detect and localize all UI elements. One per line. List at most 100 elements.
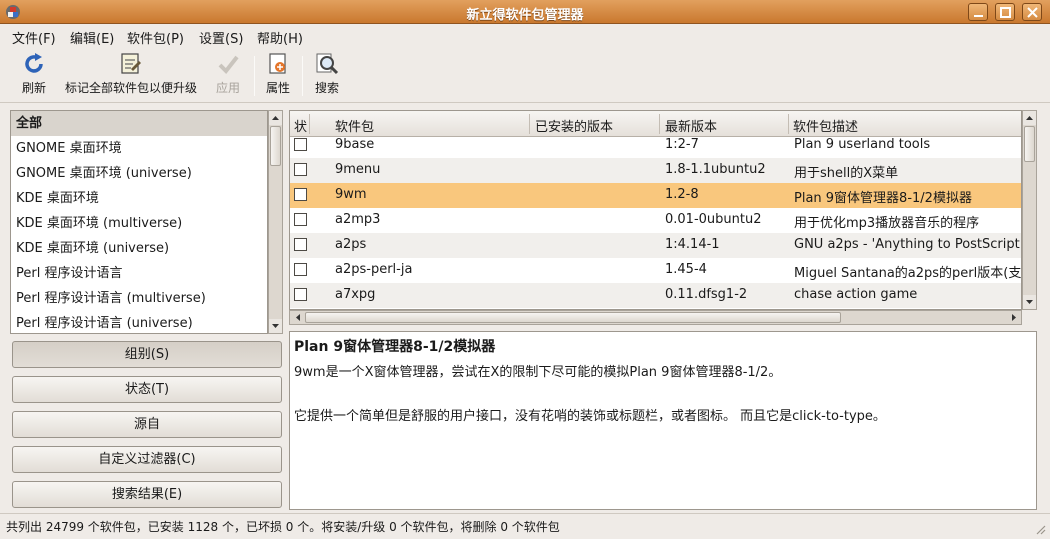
menu-bar: 文件(F) 编辑(E) 软件包(P) 设置(S) 帮助(H) <box>0 25 1050 47</box>
menu-settings[interactable]: 设置(S) <box>199 28 243 47</box>
row-checkbox[interactable] <box>294 288 307 301</box>
origin-button[interactable]: 源自 <box>12 411 282 438</box>
row-checkbox[interactable] <box>294 163 307 176</box>
properties-button[interactable]: 属性 <box>260 52 296 96</box>
properties-label: 属性 <box>265 81 290 95</box>
reload-button[interactable]: 刷新 <box>14 52 54 96</box>
package-name: a2ps <box>335 237 367 252</box>
hscroll-thumb[interactable] <box>305 312 841 323</box>
column-divider[interactable] <box>788 114 789 134</box>
filter-item[interactable]: KDE 桌面环境 (multiverse) <box>11 211 267 236</box>
checkmark-icon <box>218 55 239 75</box>
package-description: Plan 9 userland tools <box>794 137 931 152</box>
package-details-pane: Plan 9窗体管理器8-1/2模拟器 9wm是一个X窗体管理器，尝试在X的限制… <box>289 331 1037 510</box>
menu-file[interactable]: 文件(F) <box>12 28 56 47</box>
scroll-thumb[interactable] <box>270 126 281 166</box>
table-row[interactable]: a2ps 1:4.14-1 GNU a2ps - 'Anything to Po… <box>290 233 1021 258</box>
custom-filters-button[interactable]: 自定义过滤器(C) <box>12 446 282 473</box>
latest-version: 1.45-4 <box>665 262 707 277</box>
column-divider[interactable] <box>659 114 660 134</box>
search-button[interactable]: 搜索 <box>308 52 346 96</box>
latest-version: 1.2-8 <box>665 187 699 202</box>
scroll-up-arrow[interactable] <box>269 111 282 125</box>
properties-icon <box>269 53 286 74</box>
filter-item[interactable]: KDE 桌面环境 (universe) <box>11 236 267 261</box>
column-divider[interactable] <box>309 114 310 134</box>
row-checkbox[interactable] <box>294 138 307 151</box>
scroll-down-arrow[interactable] <box>1023 295 1036 309</box>
row-checkbox[interactable] <box>294 188 307 201</box>
table-row[interactable]: 9menu 1.8-1.1ubuntu2 用于shell的X菜单 <box>290 158 1021 183</box>
reload-icon <box>25 53 43 73</box>
package-name: 9menu <box>335 162 381 177</box>
package-description: 用于优化mp3播放器音乐的程序 <box>794 216 980 231</box>
title-bar: 新立得软件包管理器 <box>0 0 1050 24</box>
row-checkbox[interactable] <box>294 238 307 251</box>
toolbar-separator <box>302 56 303 96</box>
details-title: Plan 9窗体管理器8-1/2模拟器 <box>294 339 496 355</box>
mark-all-upgrades-button[interactable]: 标记全部软件包以便升级 <box>58 52 204 96</box>
chevron-up-icon <box>1026 116 1033 120</box>
filter-item[interactable]: 全部 <box>11 111 267 136</box>
apply-button[interactable]: 应用 <box>208 52 248 96</box>
table-row[interactable]: a7xpg 0.11.dfsg1-2 chase action game <box>290 283 1021 308</box>
package-description: chase action game <box>794 287 918 302</box>
status-bar: 共列出 24799 个软件包，已安装 1128 个，已坏损 0 个。将安装/升级… <box>0 513 1050 539</box>
status-text: 共列出 24799 个软件包，已安装 1128 个，已坏损 0 个。将安装/升级… <box>6 520 560 534</box>
package-description: 用于shell的X菜单 <box>794 166 899 181</box>
sections-button[interactable]: 组别(S) <box>12 341 282 368</box>
window-title: 新立得软件包管理器 <box>466 8 584 23</box>
table-row[interactable]: a2ps-perl-ja 1.45-4 Miguel Santana的a2ps的… <box>290 258 1021 283</box>
table-row[interactable]: a2mp3 0.01-0ubuntu2 用于优化mp3播放器音乐的程序 <box>290 208 1021 233</box>
resize-grip-icon[interactable] <box>1034 523 1046 535</box>
filter-item[interactable]: Perl 程序设计语言 <box>11 261 267 286</box>
table-row-selected[interactable]: 9wm 1.2-8 Plan 9窗体管理器8-1/2模拟器 <box>290 183 1021 208</box>
column-divider[interactable] <box>529 114 530 134</box>
menu-help[interactable]: 帮助(H) <box>257 28 303 47</box>
table-row[interactable]: 9base 1:2-7 Plan 9 userland tools <box>290 133 1021 158</box>
scroll-down-arrow[interactable] <box>269 319 282 333</box>
latest-version: 0.01-0ubuntu2 <box>665 212 762 227</box>
scroll-up-arrow[interactable] <box>1023 111 1036 125</box>
close-icon <box>1027 7 1038 18</box>
maximize-button[interactable] <box>995 3 1015 21</box>
search-results-button[interactable]: 搜索结果(E) <box>12 481 282 508</box>
package-name: 9base <box>335 137 375 152</box>
latest-version: 1:4.14-1 <box>665 237 720 252</box>
filter-item[interactable]: GNOME 桌面环境 (universe) <box>11 161 267 186</box>
status-button[interactable]: 状态(T) <box>12 376 282 403</box>
package-name: a2mp3 <box>335 212 381 227</box>
chevron-down-icon <box>272 324 279 328</box>
toolbar: 刷新 标记全部软件包以便升级 应用 属性 搜索 <box>0 48 1050 103</box>
menu-package[interactable]: 软件包(P) <box>127 28 184 47</box>
filter-item[interactable]: Perl 程序设计语言 (universe) <box>11 311 267 333</box>
package-name: 9wm <box>335 187 367 202</box>
search-icon <box>316 53 339 75</box>
chevron-left-icon[interactable] <box>291 311 304 324</box>
chevron-right-icon[interactable] <box>1007 311 1020 324</box>
toolbar-separator <box>254 56 255 96</box>
package-name: a7xpg <box>335 287 376 302</box>
package-table: 状 软件包 已安装的版本 最新版本 软件包描述 9base 1:2-7 Plan… <box>289 110 1022 310</box>
apply-label: 应用 <box>215 81 240 95</box>
reload-label: 刷新 <box>21 81 46 95</box>
close-button[interactable] <box>1022 3 1042 21</box>
row-checkbox[interactable] <box>294 213 307 226</box>
filter-list: 全部 GNOME 桌面环境 GNOME 桌面环境 (universe) KDE … <box>10 110 268 334</box>
package-name: a2ps-perl-ja <box>335 262 413 277</box>
package-table-vscrollbar[interactable] <box>1022 110 1037 310</box>
scroll-thumb[interactable] <box>1024 126 1035 162</box>
filter-item[interactable]: GNOME 桌面环境 <box>11 136 267 161</box>
chevron-down-icon <box>1026 300 1033 304</box>
search-label: 搜索 <box>314 81 339 95</box>
filter-list-scrollbar[interactable] <box>268 110 283 334</box>
menu-edit[interactable]: 编辑(E) <box>70 28 114 47</box>
filter-item[interactable]: Perl 程序设计语言 (multiverse) <box>11 286 267 311</box>
package-table-hscrollbar[interactable] <box>289 310 1022 325</box>
mark-all-upgrades-label: 标记全部软件包以便升级 <box>64 81 197 95</box>
latest-version: 1.8-1.1ubuntu2 <box>665 162 766 177</box>
row-checkbox[interactable] <box>294 263 307 276</box>
filter-item[interactable]: KDE 桌面环境 <box>11 186 267 211</box>
minimize-button[interactable] <box>968 3 988 21</box>
minimize-icon <box>974 15 983 17</box>
